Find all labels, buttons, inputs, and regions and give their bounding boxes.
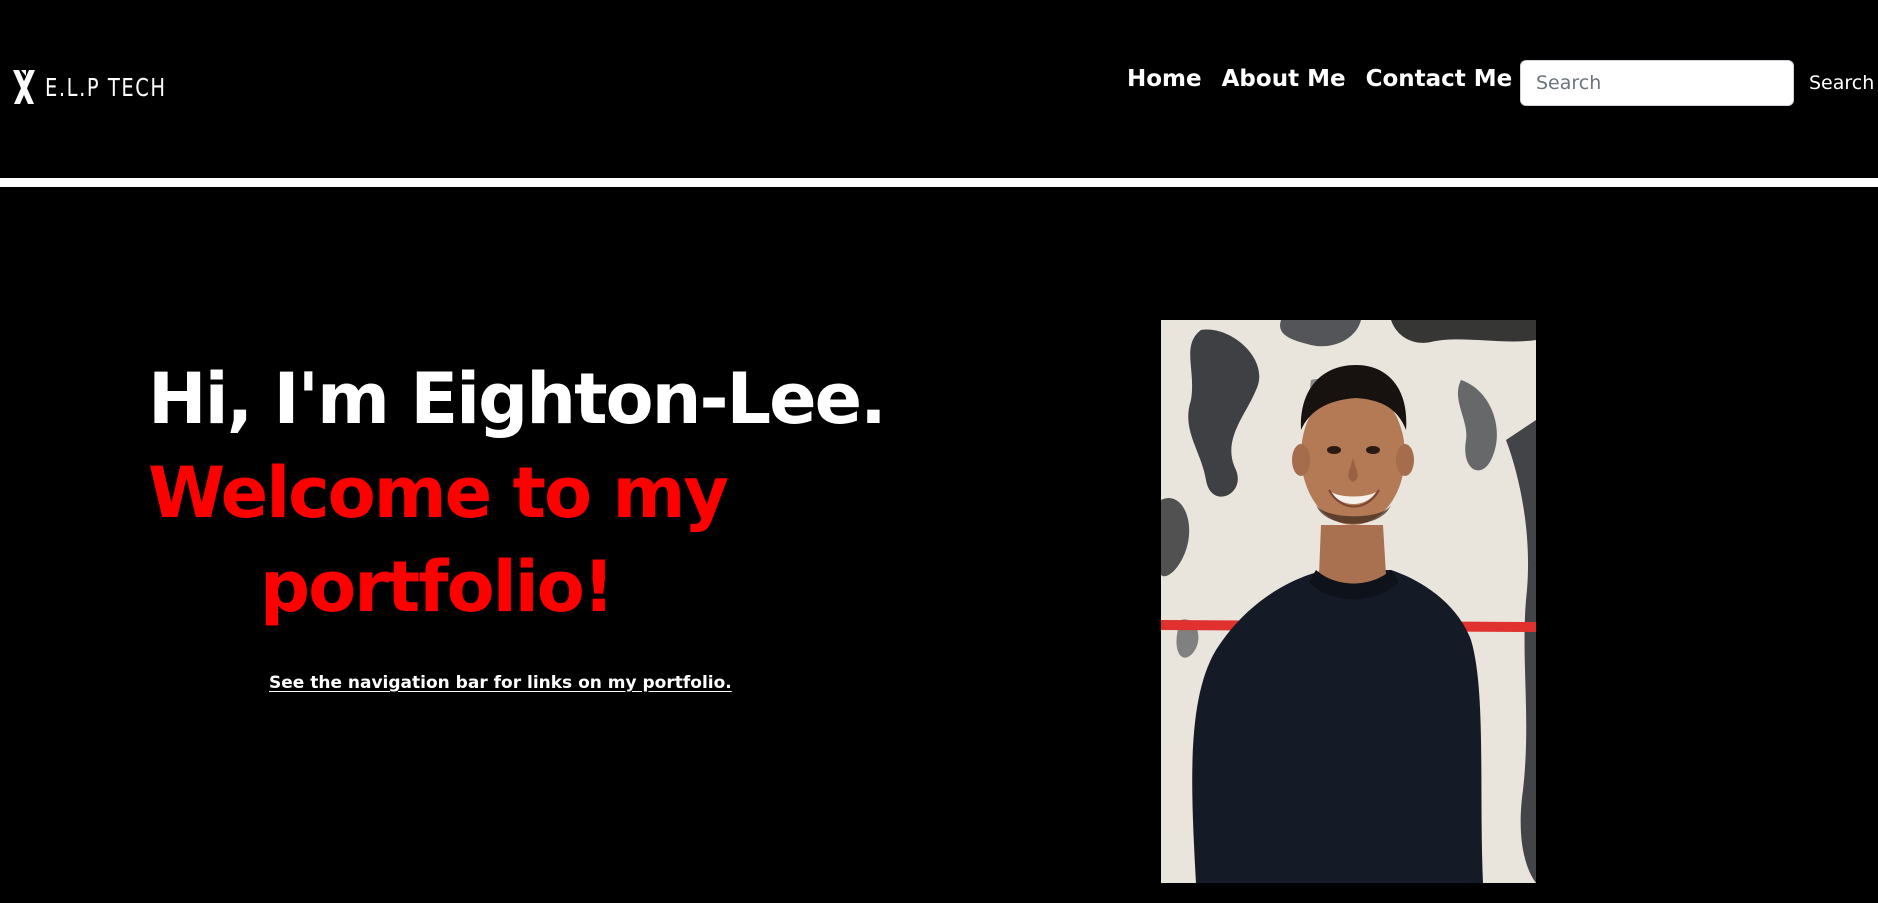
hero-heading: Hi, I'm Eighton-Lee. Welcome to my portf…: [148, 352, 887, 634]
profile-photo: [1161, 320, 1536, 883]
hero-portfolio: portfolio!: [260, 546, 615, 628]
hero-greeting: Hi, I'm Eighton-Lee.: [148, 358, 887, 440]
navbar-divider: [0, 178, 1878, 187]
brand-text: E.L.P TECH: [45, 72, 167, 102]
hero-welcome: Welcome to my: [148, 452, 729, 534]
search-input[interactable]: [1520, 60, 1794, 106]
navbar: E.L.P TECH Home About Me Contact Me Sear…: [0, 0, 1878, 178]
hero-subtext: See the navigation bar for links on my p…: [269, 673, 732, 693]
search-button[interactable]: Search: [1809, 60, 1874, 106]
page: E.L.P TECH Home About Me Contact Me Sear…: [0, 0, 1878, 903]
logo-mark-icon: [13, 70, 35, 104]
portrait-photo-icon: [1161, 320, 1536, 883]
nav-link-contact-me[interactable]: Contact Me: [1366, 66, 1513, 92]
nav-link-about-me[interactable]: About Me: [1222, 66, 1346, 92]
nav-link-home[interactable]: Home: [1127, 66, 1202, 92]
nav-links: Home About Me Contact Me: [1127, 66, 1512, 92]
brand-logo[interactable]: E.L.P TECH: [12, 67, 201, 107]
